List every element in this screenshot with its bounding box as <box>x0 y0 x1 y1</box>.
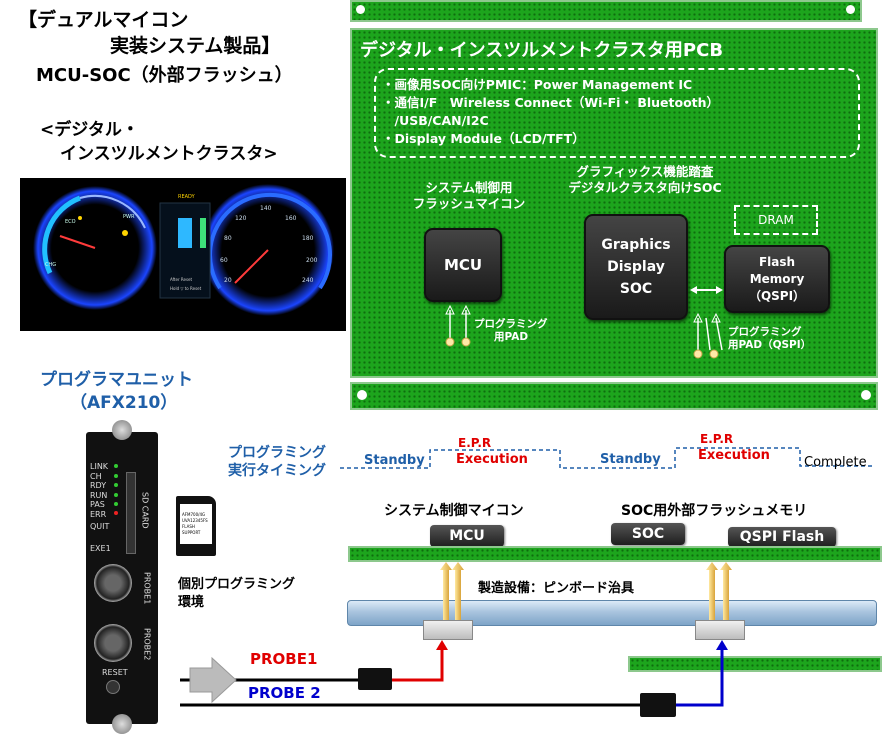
pogo-clamp-flash <box>695 620 745 640</box>
led-ch <box>114 474 118 478</box>
svg-text:20: 20 <box>224 277 232 284</box>
led-rdy <box>114 483 118 487</box>
sd-text-3: FLASH SUPPORT <box>182 524 201 535</box>
sd-card-label: SD CARD <box>140 492 150 529</box>
reset-button[interactable] <box>106 680 120 694</box>
svg-text:240: 240 <box>302 277 314 284</box>
thumbscrew-top[interactable] <box>112 420 132 440</box>
svg-text:180: 180 <box>302 235 314 242</box>
flash-pad-label-2: 用PAD（QSPI） <box>728 339 812 351</box>
led-label-rdy: RDY <box>90 481 107 490</box>
state-standby-2: Standby <box>600 452 661 467</box>
probe2-label: PROBE 2 <box>248 684 321 702</box>
svg-text:READY: READY <box>178 194 196 200</box>
svg-text:140: 140 <box>260 205 272 212</box>
svg-text:160: 160 <box>285 215 297 222</box>
led-err <box>114 511 118 515</box>
state-epr-2: E.P.R <box>700 432 734 446</box>
sd-card-text: AFM700/4G UVA12345FS FLASH SUPPORT <box>180 504 212 536</box>
svg-text:After Reset: After Reset <box>170 277 192 282</box>
svg-text:ECO: ECO <box>65 219 76 225</box>
led-run <box>114 493 118 497</box>
env-caption: 個別プログラミング 環境 <box>178 576 295 612</box>
sd-card: AFM700/4G UVA12345FS FLASH SUPPORT <box>176 496 216 556</box>
led-label-pas: PAS <box>90 500 105 509</box>
led-pas <box>114 502 118 506</box>
state-epr-1: E.P.R <box>458 436 492 450</box>
title-line-2: 実装システム製品】 <box>110 35 281 57</box>
cluster-caption-1: <デジタル・ <box>40 120 139 140</box>
thumbscrew-bottom[interactable] <box>112 714 132 734</box>
flash-pad-arrows <box>693 312 723 359</box>
fixture-pcb <box>348 546 882 562</box>
svg-text:CHG: CHG <box>45 262 56 268</box>
state-complete: Complete <box>804 455 867 470</box>
probe1-port-label: PROBE1 <box>142 572 152 605</box>
fixture-mcu-chip: MCU <box>430 525 504 547</box>
mount-hole <box>861 390 871 400</box>
pogo-clamp-mcu <box>423 620 473 640</box>
mount-hole <box>846 5 855 14</box>
probe1-connector[interactable] <box>94 564 132 602</box>
mount-hole <box>356 5 365 14</box>
timing-label-2: 実行タイミング <box>228 463 326 479</box>
env-caption-1: 個別プログラミング <box>178 577 296 592</box>
led-label-run: RUN <box>90 490 108 500</box>
mcu-pad-arrows <box>445 304 471 347</box>
state-execution-1: Execution <box>456 452 528 467</box>
lower-pcb <box>628 656 882 672</box>
fixture-qspi-flash-chip: QSPI Flash <box>728 527 836 547</box>
pcb-top-strip <box>350 0 862 22</box>
mcu-pad-label: プログラミング 用PAD <box>474 318 548 344</box>
title-line-1: 【デュアルマイコン <box>18 9 189 31</box>
probe1-cable-red <box>392 648 444 682</box>
reset-label: RESET <box>102 668 128 677</box>
sd-card-slot[interactable] <box>126 472 136 554</box>
cluster-graphic: ECO PWR CHG READY After Reset Hold ▽ to … <box>33 184 334 316</box>
probe2-port-label: PROBE2 <box>142 628 152 661</box>
svg-text:Hold ▽ to Reset: Hold ▽ to Reset <box>170 286 202 291</box>
led-link <box>114 464 118 468</box>
programmer-module: LINK CH RDY RUN PAS ERR QUIT EXE1 SD CAR… <box>86 420 158 734</box>
probe1-ferrite <box>358 668 392 690</box>
fixture-soc-chip: SOC <box>611 523 685 545</box>
svg-text:PWR: PWR <box>123 214 135 220</box>
state-execution-2: Execution <box>698 448 770 463</box>
sd-card-sticker: AFM700/4G UVA12345FS FLASH SUPPORT <box>180 504 212 544</box>
pcb-bottom-strip <box>350 382 878 410</box>
flash-pad-label-1: プログラミング <box>728 326 802 338</box>
quit-button[interactable]: QUIT <box>90 522 109 532</box>
mcu-pad-label-1: プログラミング <box>474 318 548 330</box>
programmer-model: （AFX210） <box>70 393 178 413</box>
svg-text:200: 200 <box>306 257 318 264</box>
mcu-pad-label-2: 用PAD <box>494 331 529 343</box>
grey-flow-arrow <box>189 656 237 704</box>
env-caption-2: 環境 <box>178 595 205 610</box>
mount-hole <box>357 390 367 400</box>
timing-label-1: プログラミング <box>228 445 326 461</box>
led-label-link: LINK <box>90 462 109 471</box>
probe2-connector[interactable] <box>94 624 132 662</box>
svg-text:60: 60 <box>220 257 228 264</box>
led-label-err: ERR <box>90 509 107 519</box>
jig-label: 製造設備：ピンボード治具 <box>478 581 635 596</box>
exe1-button[interactable]: EXE1 <box>90 544 111 554</box>
probe2-ferrite <box>640 693 676 717</box>
probe1-label: PROBE1 <box>250 650 318 668</box>
fixture-mcu-heading: システム制御マイコン <box>384 503 524 519</box>
led-label-ch: CH <box>90 471 102 481</box>
svg-text:80: 80 <box>224 235 232 242</box>
flash-pad-label: プログラミング 用PAD（QSPI） <box>728 326 811 352</box>
title-line-3: MCU-SOC（外部フラッシュ） <box>36 65 293 86</box>
fixture-flash-heading: SOC用外部フラッシュメモリ <box>621 503 808 519</box>
center-display <box>159 202 211 299</box>
programmer-title: プログラマユニット <box>40 370 193 390</box>
timing-label: プログラミング 実行タイミング <box>228 444 326 480</box>
instrument-cluster-photo: ECO PWR CHG READY After Reset Hold ▽ to … <box>20 178 346 331</box>
svg-text:120: 120 <box>235 215 247 222</box>
state-standby-1: Standby <box>364 453 425 468</box>
cluster-caption-2: インスツルメントクラスタ> <box>60 144 278 164</box>
led-labels: LINK CH RDY RUN PAS ERR <box>90 462 108 519</box>
